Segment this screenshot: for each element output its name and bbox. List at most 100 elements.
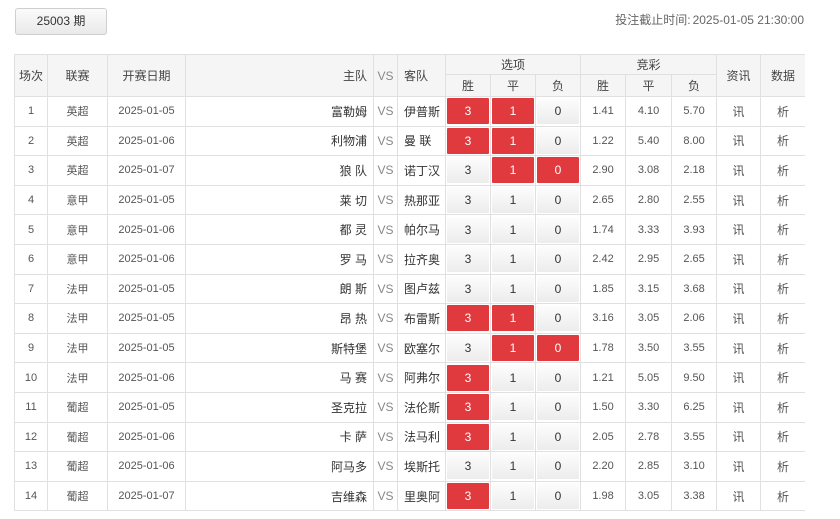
option-draw-button[interactable]: 1 [492, 483, 534, 510]
table-body: 1 英超 2025-01-05 富勒姆 VS 伊普斯 3 1 0 1.41 4.10 5.70 讯析 2 英… [14, 96, 805, 512]
option-lose-button[interactable]: 0 [537, 275, 580, 302]
analysis-link[interactable]: 析 [760, 273, 805, 305]
option-draw-button[interactable]: 1 [492, 157, 534, 184]
option-draw-button[interactable]: 1 [492, 364, 534, 391]
vs-label: VS [373, 451, 398, 482]
odds-lose: 3.38 [671, 480, 718, 512]
analysis-link[interactable]: 析 [760, 96, 805, 127]
option-lose-button[interactable]: 0 [537, 335, 580, 362]
option-draw-button[interactable]: 1 [492, 216, 534, 243]
option-lose-button[interactable]: 0 [537, 453, 580, 480]
info-link[interactable]: 讯 [716, 155, 762, 186]
option-draw-button[interactable]: 1 [492, 187, 534, 214]
analysis-link[interactable]: 析 [760, 391, 805, 423]
option-win-button[interactable]: 3 [447, 483, 489, 510]
odds-lose: 6.25 [671, 391, 718, 423]
analysis-link[interactable]: 析 [760, 243, 805, 275]
analysis-link[interactable]: 析 [760, 332, 805, 364]
option-lose-button[interactable]: 0 [537, 394, 580, 421]
match-date: 2025-01-05 [107, 184, 186, 216]
period-selector-button[interactable]: 25003 期 [15, 8, 107, 35]
option-draw-button[interactable]: 1 [492, 423, 534, 450]
vs-label: VS [373, 421, 398, 453]
option-win-button[interactable]: 3 [447, 216, 489, 243]
odds-lose: 9.50 [671, 362, 718, 393]
odds-draw: 5.40 [625, 125, 673, 157]
info-link[interactable]: 讯 [716, 303, 762, 334]
option-lose-button[interactable]: 0 [537, 483, 580, 510]
match-table-container: 场次 联赛 开赛日期 主队 VS 客队 选项 竞彩 资讯 数据 胜 平 负 胜 … [14, 54, 805, 519]
away-team: 欧塞尔 [397, 332, 446, 364]
info-link[interactable]: 讯 [716, 332, 762, 364]
col-date: 开赛日期 [107, 54, 186, 97]
away-team: 诺丁汉 [397, 155, 446, 186]
option-win-button[interactable]: 3 [447, 246, 489, 273]
analysis-link[interactable]: 析 [760, 214, 805, 245]
match-index: 13 [14, 451, 48, 482]
option-win-button[interactable]: 3 [447, 275, 489, 302]
option-lose-button[interactable]: 0 [537, 216, 580, 243]
info-link[interactable]: 讯 [716, 480, 762, 512]
option-win-button[interactable]: 3 [447, 98, 489, 125]
option-draw-button[interactable]: 1 [492, 305, 534, 332]
analysis-link[interactable]: 析 [760, 451, 805, 482]
home-team: 富勒姆 [185, 96, 374, 127]
analysis-link[interactable]: 析 [760, 155, 805, 186]
away-team: 伊普斯 [397, 96, 446, 127]
option-draw-button[interactable]: 1 [492, 246, 534, 273]
info-link[interactable]: 讯 [716, 273, 762, 305]
option-lose-button[interactable]: 0 [537, 364, 580, 391]
option-draw-button[interactable]: 1 [492, 453, 534, 480]
info-link[interactable]: 讯 [716, 96, 762, 127]
option-lose-button[interactable]: 0 [537, 305, 580, 332]
option-lose-button[interactable]: 0 [537, 423, 580, 450]
option-draw-button[interactable]: 1 [492, 127, 534, 154]
info-link[interactable]: 讯 [716, 214, 762, 245]
option-draw-button[interactable]: 1 [492, 335, 534, 362]
odds-draw: 2.95 [625, 243, 673, 275]
option-lose-button[interactable]: 0 [537, 98, 580, 125]
option-win-button[interactable]: 3 [447, 157, 489, 184]
table-row: 12 葡超 2025-01-06 卡 萨 VS 法马利 3 1 0 2.05 2.78 3.55 讯析 [14, 421, 805, 453]
info-link[interactable]: 讯 [716, 362, 762, 393]
option-cell: 0 [534, 155, 582, 186]
analysis-link[interactable]: 析 [760, 303, 805, 334]
option-lose-button[interactable]: 0 [537, 187, 580, 214]
analysis-link[interactable]: 析 [760, 362, 805, 393]
info-link[interactable]: 讯 [716, 451, 762, 482]
option-draw-button[interactable]: 1 [492, 275, 534, 302]
analysis-link[interactable]: 析 [760, 421, 805, 453]
option-win-button[interactable]: 3 [447, 187, 489, 214]
match-index: 7 [14, 273, 48, 305]
home-team: 朗 斯 [185, 273, 374, 305]
analysis-link[interactable]: 析 [760, 125, 805, 157]
analysis-link[interactable]: 析 [760, 184, 805, 216]
option-draw-button[interactable]: 1 [492, 394, 534, 421]
option-win-button[interactable]: 3 [447, 305, 489, 332]
option-lose-button[interactable]: 0 [537, 127, 580, 154]
info-link[interactable]: 讯 [716, 421, 762, 453]
odds-win: 1.50 [580, 391, 627, 423]
home-team: 吉维森 [185, 480, 374, 512]
option-win-button[interactable]: 3 [447, 453, 489, 480]
info-link[interactable]: 讯 [716, 391, 762, 423]
info-link[interactable]: 讯 [716, 184, 762, 216]
option-win-button[interactable]: 3 [447, 423, 489, 450]
option-cell: 1 [490, 96, 536, 127]
odds-win: 1.98 [580, 480, 627, 512]
table-row: 1 英超 2025-01-05 富勒姆 VS 伊普斯 3 1 0 1.41 4.10 5.70 讯析 [14, 96, 805, 127]
option-win-button[interactable]: 3 [447, 335, 489, 362]
odds-draw: 3.30 [625, 391, 673, 423]
option-win-button[interactable]: 3 [447, 364, 489, 391]
col-option-draw: 平 [490, 74, 536, 97]
match-league: 意甲 [47, 184, 108, 216]
info-link[interactable]: 讯 [716, 125, 762, 157]
option-draw-button[interactable]: 1 [492, 98, 534, 125]
info-link[interactable]: 讯 [716, 243, 762, 275]
option-win-button[interactable]: 3 [447, 394, 489, 421]
option-win-button[interactable]: 3 [447, 127, 489, 154]
option-lose-button[interactable]: 0 [537, 246, 580, 273]
option-lose-button[interactable]: 0 [537, 157, 580, 184]
analysis-link[interactable]: 析 [760, 480, 805, 512]
option-cell: 1 [490, 184, 536, 216]
